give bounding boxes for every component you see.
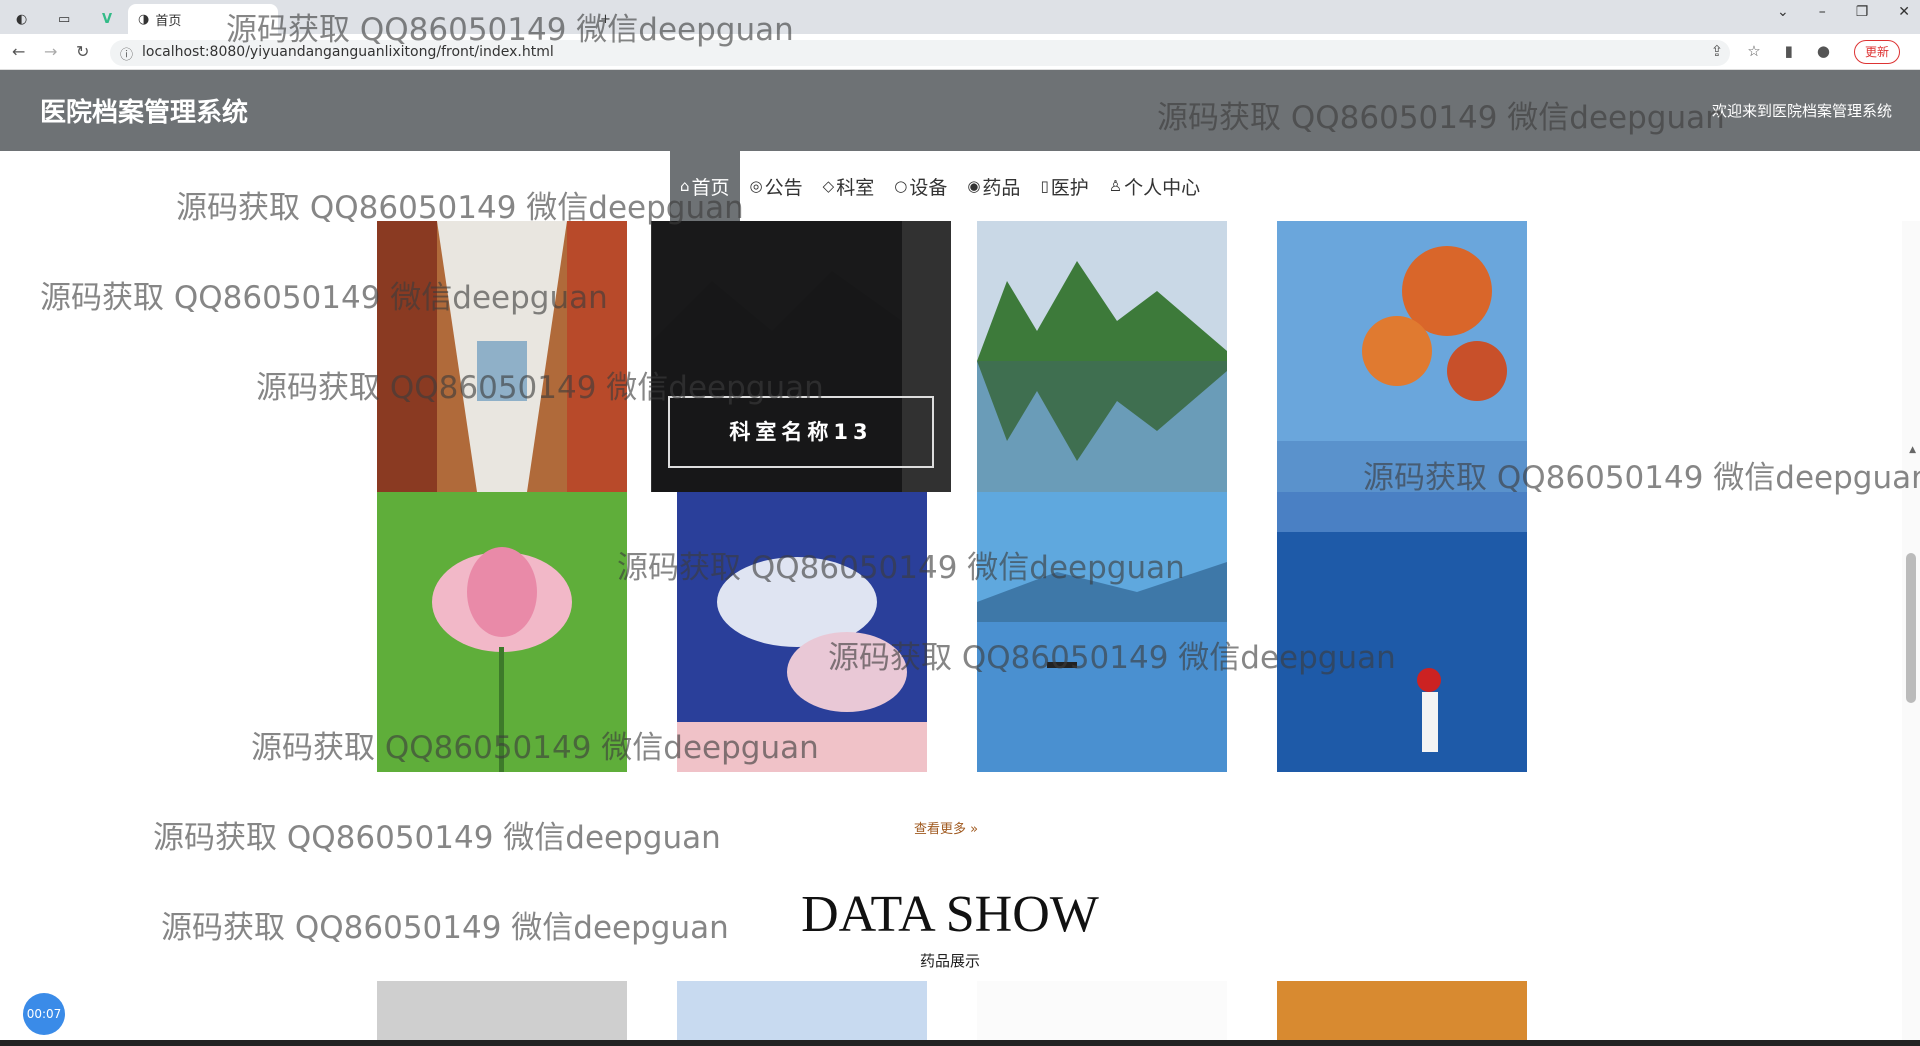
menu-item-label: 医护 <box>1050 176 1089 199</box>
karst-lake-image <box>977 221 1227 492</box>
announce-icon: ◎ <box>749 177 763 195</box>
medicine-card[interactable] <box>977 981 1227 1041</box>
site-icon: ◑ <box>138 11 150 27</box>
reload-icon[interactable]: ↻ <box>76 42 89 61</box>
menu-item-care[interactable]: ▯ 医护 <box>1030 151 1098 221</box>
medicine-card[interactable] <box>377 981 627 1041</box>
menu-item-label: 药品 <box>982 176 1021 199</box>
site-title: 医院档案管理系统 <box>40 98 249 128</box>
main-menu: ⌂ 首页 ◎ 公告 ◇ 科室 ○ 设备 ◉ 药品 ▯ 医护 ♙ 个人中心 <box>670 151 1210 221</box>
vue-icon[interactable]: V <box>92 4 122 34</box>
medicine-card[interactable] <box>1277 981 1527 1041</box>
department-card[interactable] <box>977 492 1227 772</box>
browser-tab-strip: ◐ ▭ V ◑ 首页 + ⌄ – ❐ ✕ <box>0 0 1920 34</box>
new-tab-button[interactable]: + <box>590 4 621 34</box>
taskbar-strip <box>0 1040 1920 1046</box>
department-card[interactable] <box>677 492 927 772</box>
address-bar: ← → ↻ ⓘ localhost:8080/yiyuandanganguanl… <box>0 34 1920 70</box>
device-icon: ○ <box>894 177 908 195</box>
corridor-image <box>377 221 627 492</box>
window-controls: ⌄ – ❐ ✕ <box>1777 4 1910 20</box>
chevron-down-icon[interactable]: ⌄ <box>1777 4 1789 20</box>
lotus-image <box>377 492 627 772</box>
tab-home[interactable]: ◑ 首页 <box>128 4 278 34</box>
share-icon[interactable]: ⇪ <box>1711 42 1724 60</box>
department-card[interactable] <box>1277 492 1527 772</box>
menu-item-label: 首页 <box>691 176 730 199</box>
user-icon: ♙ <box>1108 177 1123 195</box>
menu-item-department[interactable]: ◇ 科室 <box>813 151 885 221</box>
menu-item-label: 设备 <box>909 176 948 199</box>
department-card[interactable] <box>1277 221 1527 492</box>
browser-toolbar: ⇪ ☆ ▮ ● <box>1711 42 1830 60</box>
care-icon: ▯ <box>1040 177 1049 195</box>
sidebar-icon[interactable]: ▮ <box>1785 42 1793 60</box>
profile-icon[interactable]: ● <box>1817 42 1830 60</box>
home-icon: ⌂ <box>680 177 690 195</box>
medicine-icon: ◉ <box>967 177 981 195</box>
menu-item-home[interactable]: ⌂ 首页 <box>670 151 740 221</box>
minimize-icon[interactable]: – <box>1819 4 1826 20</box>
close-icon[interactable]: ✕ <box>1898 4 1910 20</box>
maximize-icon[interactable]: ❐ <box>1856 4 1869 20</box>
view-more-link[interactable]: 查看更多 » <box>914 818 978 837</box>
info-icon[interactable]: ⓘ <box>120 44 133 63</box>
department-name-label: 科室名称13 <box>668 396 934 468</box>
department-card[interactable] <box>377 221 627 492</box>
menu-item-medicine[interactable]: ◉ 药品 <box>957 151 1030 221</box>
scroll-up-icon[interactable]: ▲ <box>1909 445 1916 455</box>
recording-timer[interactable]: 00:07 <box>23 993 65 1035</box>
lake-boat-image <box>977 492 1227 772</box>
department-card[interactable] <box>377 492 627 772</box>
department-card[interactable] <box>977 221 1227 492</box>
blue-lake-image <box>1277 492 1527 772</box>
menu-item-label: 公告 <box>764 176 803 199</box>
update-button[interactable]: 更新 <box>1853 40 1900 64</box>
section-title: DATA SHOW <box>801 886 1099 943</box>
watermark-text: 源码获取 QQ86050149 微信deepguan <box>153 820 721 856</box>
menu-item-device[interactable]: ○ 设备 <box>884 151 957 221</box>
url-field[interactable]: ⓘ localhost:8080/yiyuandanganguanlixiton… <box>110 40 1730 66</box>
back-icon[interactable]: ← <box>12 42 25 61</box>
tab-blank[interactable]: ▭ <box>48 4 80 34</box>
tab-home-label: 首页 <box>155 13 182 29</box>
forward-icon[interactable]: → <box>44 42 57 61</box>
site-header: 医院档案管理系统 欢迎来到医院档案管理系统 <box>0 70 1920 151</box>
cloud-sky-image <box>677 492 927 772</box>
menu-item-profile[interactable]: ♙ 个人中心 <box>1099 151 1210 221</box>
autumn-leaves-image <box>1277 221 1527 492</box>
scroll-thumb[interactable] <box>1906 553 1916 703</box>
browser-menu-icon[interactable]: ◐ <box>6 4 37 34</box>
tag-icon: ◇ <box>822 177 835 195</box>
section-subtitle: 药品展示 <box>919 952 980 970</box>
menu-item-announce[interactable]: ◎ 公告 <box>740 151 813 221</box>
menu-item-label: 个人中心 <box>1124 176 1201 199</box>
star-icon[interactable]: ☆ <box>1747 42 1760 60</box>
medicine-card[interactable] <box>677 981 927 1041</box>
menu-item-label: 科室 <box>836 176 875 199</box>
welcome-text: 欢迎来到医院档案管理系统 <box>1711 102 1892 120</box>
url-text: localhost:8080/yiyuandanganguanlixitong/… <box>142 44 554 60</box>
